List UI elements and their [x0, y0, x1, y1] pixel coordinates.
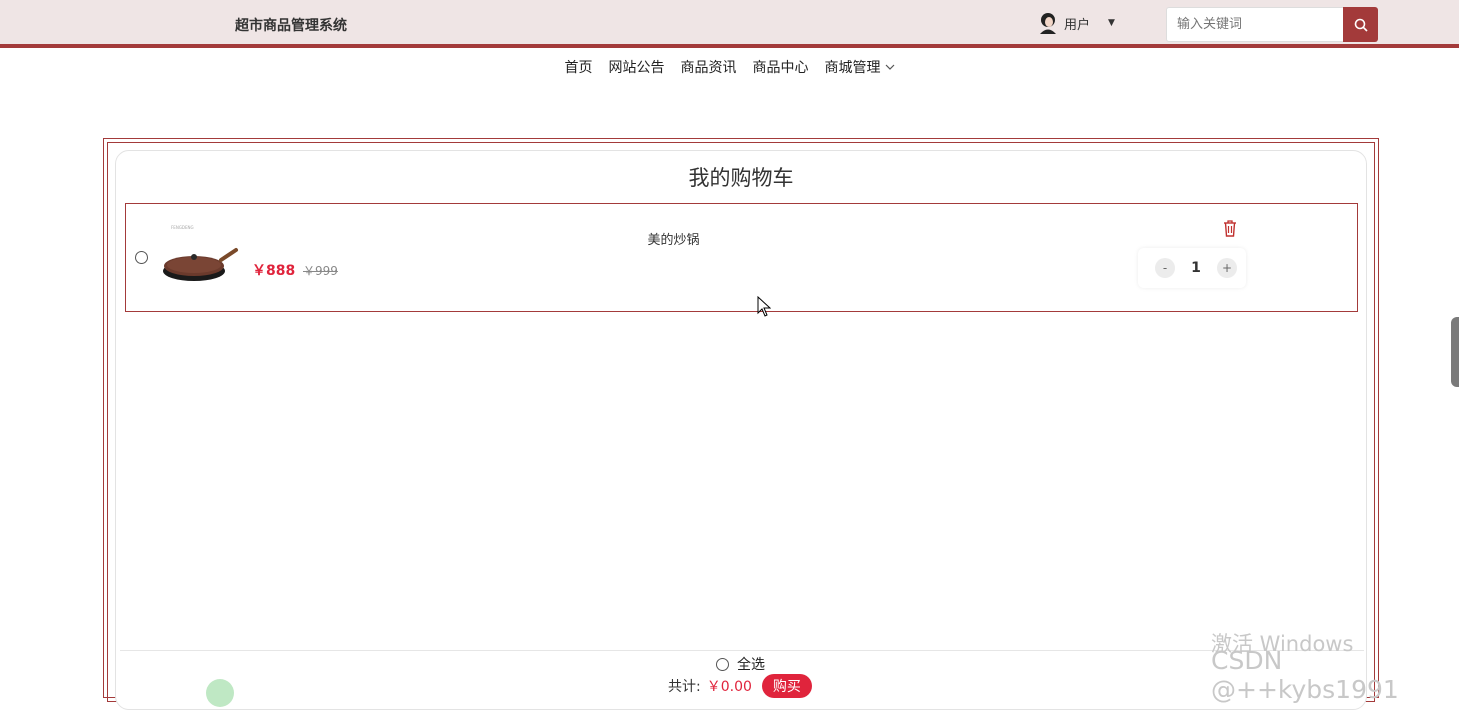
nav-item-product-center[interactable]: 商品中心: [753, 57, 809, 77]
side-scroll-tab[interactable]: [1451, 317, 1459, 387]
footer-divider: [120, 650, 1364, 651]
cart-title: 我的购物车: [688, 166, 794, 190]
total-value: ￥0.00: [706, 679, 752, 695]
user-label: 用户: [1064, 17, 1091, 33]
buy-button[interactable]: 购买: [761, 674, 812, 698]
csdn-watermark: CSDN @++kybs1991: [1211, 646, 1399, 704]
caret-down-icon: ▼: [1108, 18, 1115, 28]
cart-item: FENGDENG ￥888 ￥999 美的炒锅 - 1 +: [125, 203, 1358, 312]
total-label: 共计:: [668, 679, 701, 695]
search-box: [1166, 7, 1378, 42]
select-all-label: 全选: [737, 657, 765, 673]
nav-item-home[interactable]: 首页: [565, 57, 593, 77]
increment-button[interactable]: +: [1217, 258, 1237, 278]
main-nav: 首页 网站公告 商品资讯 商品中心 商城管理: [0, 57, 1459, 77]
user-avatar-icon: [1040, 13, 1056, 34]
nav-item-mall-management[interactable]: 商城管理: [825, 57, 895, 77]
item-name[interactable]: 美的炒锅: [126, 229, 1221, 248]
search-button[interactable]: [1343, 7, 1378, 42]
select-all-radio[interactable]: [716, 657, 729, 671]
item-price: ￥888: [252, 263, 296, 279]
top-bar: 超市商品管理系统 用户 ▼: [0, 0, 1459, 48]
search-icon: [1354, 18, 1368, 32]
item-original-price: ￥999: [303, 264, 338, 278]
decrement-button[interactable]: -: [1155, 258, 1175, 278]
item-select-radio[interactable]: [135, 251, 148, 264]
trash-icon[interactable]: [1222, 219, 1238, 237]
site-brand: 超市商品管理系统: [235, 18, 347, 34]
user-menu[interactable]: 用户 ▼: [1038, 12, 1115, 34]
quantity-stepper: - 1 +: [1138, 248, 1246, 288]
chevron-down-icon: [885, 64, 894, 70]
search-input[interactable]: [1166, 7, 1343, 42]
nav-item-announcements[interactable]: 网站公告: [609, 57, 665, 77]
nav-item-product-news[interactable]: 商品资讯: [681, 57, 737, 77]
quantity-value: 1: [1191, 260, 1201, 276]
select-all[interactable]: 全选: [716, 654, 765, 674]
mouse-cursor-icon: [757, 296, 771, 317]
cart-total: 共计: ￥0.00 购买: [668, 674, 812, 698]
floating-badge[interactable]: [206, 679, 234, 707]
